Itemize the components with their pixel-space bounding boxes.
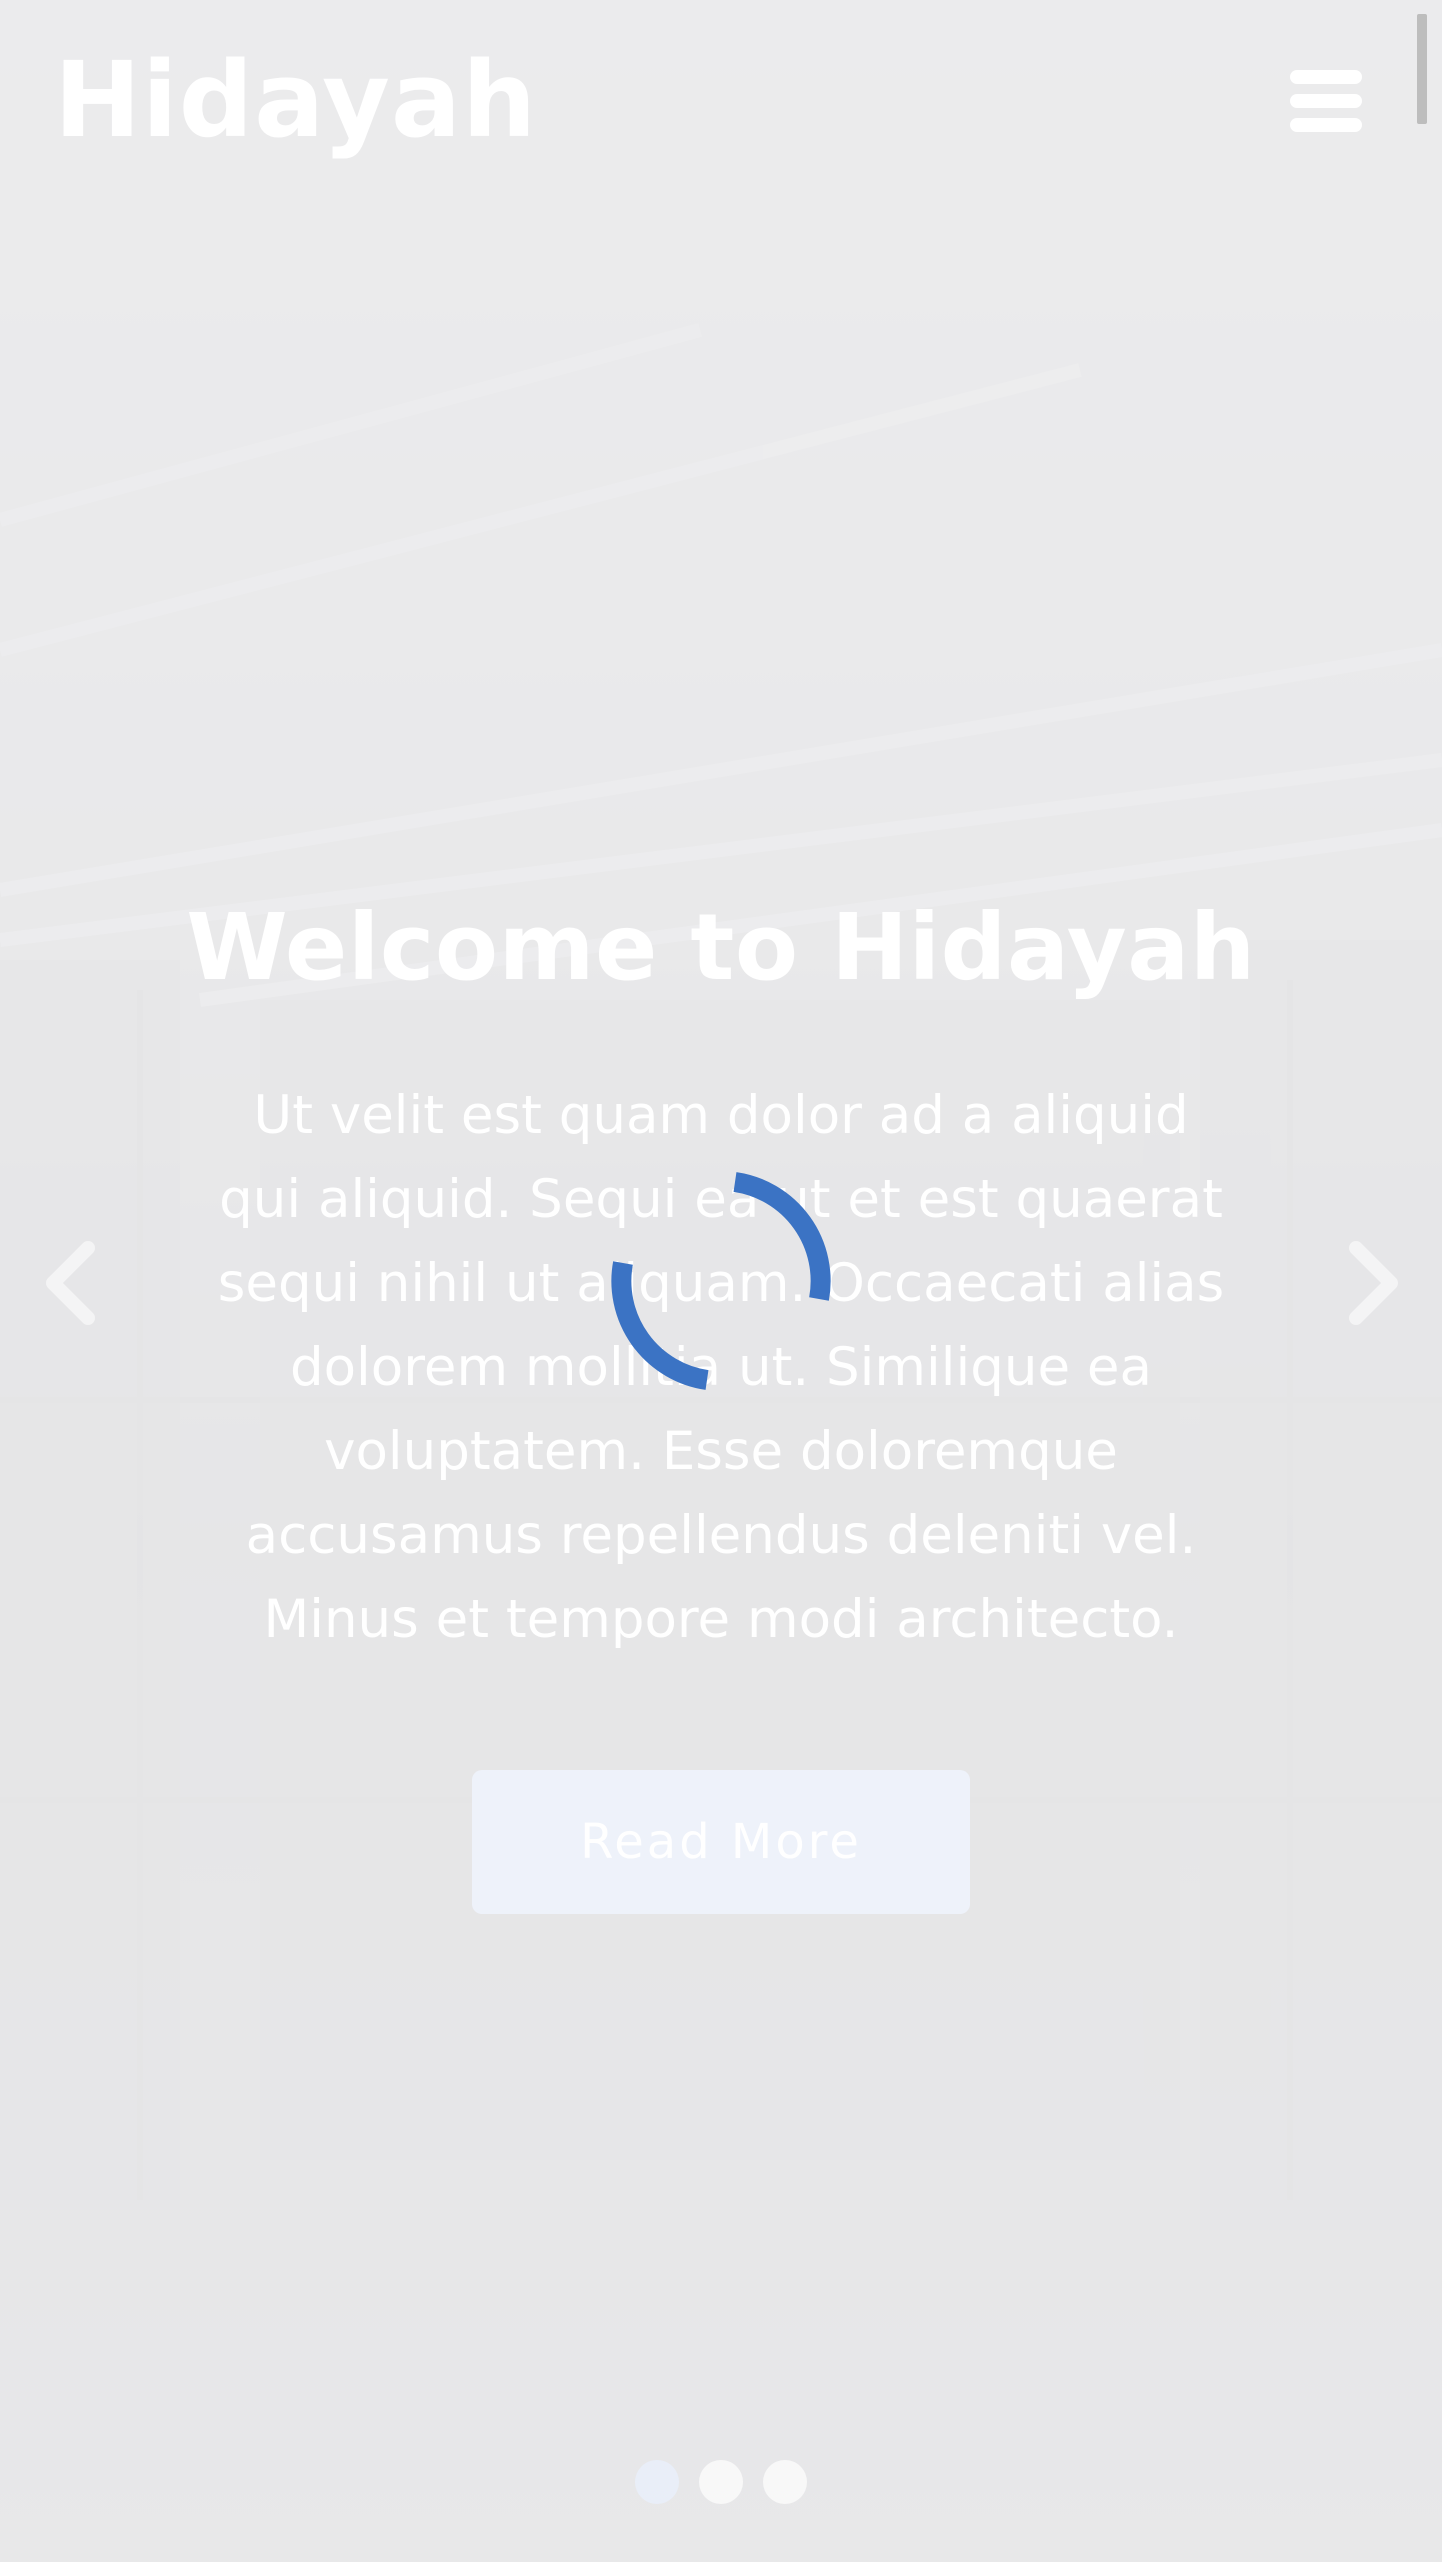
chevron-right-icon (1349, 1241, 1398, 1325)
scrollbar[interactable] (1417, 14, 1427, 124)
site-logo[interactable]: Hidayah (54, 40, 537, 160)
carousel-indicator-1[interactable] (635, 2460, 679, 2504)
chevron-left-icon (46, 1241, 95, 1325)
loading-spinner-icon (611, 1172, 831, 1390)
read-more-button[interactable]: Read More (472, 1770, 970, 1914)
carousel-indicator-3[interactable] (763, 2460, 807, 2504)
carousel-prev-button[interactable] (38, 1238, 108, 1328)
carousel-next-button[interactable] (1336, 1238, 1406, 1328)
carousel-indicator-2[interactable] (699, 2460, 743, 2504)
carousel-indicators (635, 2460, 807, 2504)
slide-title: Welcome to Hidayah (186, 894, 1256, 1001)
hamburger-menu-icon[interactable] (1288, 68, 1366, 134)
